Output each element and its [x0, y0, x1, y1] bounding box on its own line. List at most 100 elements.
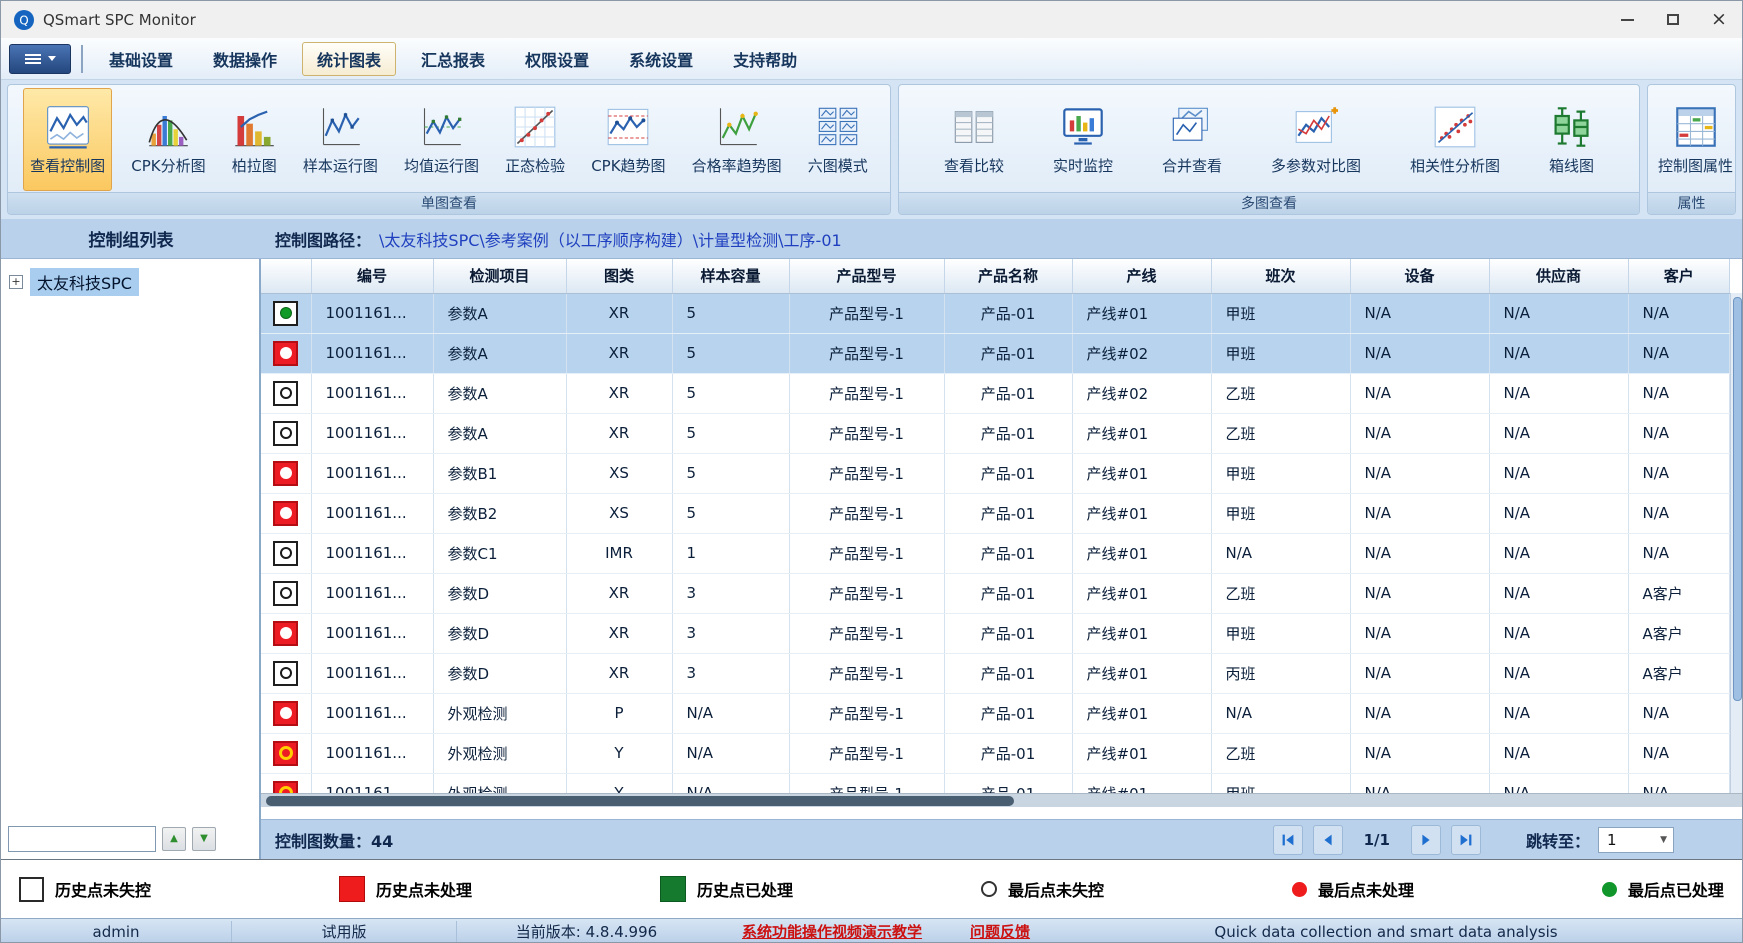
column-header-chart-type[interactable]: 图类 [566, 259, 672, 293]
table-row[interactable]: 1001161...参数B2XS5产品型号-1产品-01产线#01甲班N/AN/… [261, 493, 1730, 533]
column-header-equipment[interactable]: 设备 [1350, 259, 1489, 293]
close-button[interactable]: × [1696, 1, 1742, 38]
horizontal-scrollbar[interactable] [261, 793, 1743, 807]
history-status-icon [273, 501, 298, 526]
column-header-supplier[interactable]: 供应商 [1489, 259, 1628, 293]
cell-item: 参数A [433, 333, 566, 373]
table-region: 编号检测项目图类样本容量产品型号产品名称产线班次设备供应商客户 1001161.… [261, 259, 1743, 807]
ribbon-button-mean-run[interactable]: 均值运行图 [397, 88, 486, 191]
cell-product: 产品-01 [944, 373, 1072, 413]
jump-page-select[interactable]: 1 ▼ [1598, 827, 1674, 853]
cell-shift: 乙班 [1211, 373, 1350, 413]
cell-supplier: N/A [1489, 293, 1628, 333]
ribbon-button-control-chart[interactable]: 查看控制图 [23, 88, 112, 191]
legend-sq-white-icon [19, 877, 44, 902]
cell-item: 参数A [433, 373, 566, 413]
tab-3[interactable]: 汇总报表 [406, 42, 500, 76]
legend-ci-hollow-icon [981, 881, 997, 897]
status-edition: 试用版 [231, 921, 456, 942]
expand-icon[interactable]: + [9, 275, 23, 289]
table-row[interactable]: 1001161...参数DXR3产品型号-1产品-01产线#01甲班N/AN/A… [261, 613, 1730, 653]
column-header-customer[interactable]: 客户 [1628, 259, 1730, 293]
column-header-shift[interactable]: 班次 [1211, 259, 1350, 293]
table-row[interactable]: 1001161...参数AXR5产品型号-1产品-01产线#01甲班N/AN/A… [261, 293, 1730, 333]
ribbon-button-six-mode[interactable]: 六图模式 [801, 88, 875, 191]
cell-model: 产品型号-1 [789, 613, 944, 653]
cell-item: 外观检测 [433, 733, 566, 773]
ribbon-button-merge[interactable]: 合并查看 [1155, 88, 1229, 191]
column-header-line[interactable]: 产线 [1072, 259, 1211, 293]
column-header-number[interactable]: 编号 [311, 259, 433, 293]
tree-item-root[interactable]: + 太友科技SPC [1, 259, 259, 305]
history-status-icon [273, 781, 298, 794]
table-row[interactable]: 1001161...外观检测PN/A产品型号-1产品-01产线#01N/AN/A… [261, 693, 1730, 733]
cell-product: 产品-01 [944, 533, 1072, 573]
cell-customer: N/A [1628, 773, 1730, 793]
table-row[interactable]: 1001161...参数DXR3产品型号-1产品-01产线#01丙班N/AN/A… [261, 653, 1730, 693]
ribbon-button-correlation[interactable]: 相关性分析图 [1403, 88, 1507, 191]
search-down-button[interactable]: ▼ [192, 827, 216, 851]
sidebar-search-input[interactable] [8, 826, 156, 852]
ribbon-button-cpk-histogram[interactable]: CPK分析图 [124, 88, 212, 191]
horizontal-scrollbar-thumb[interactable] [266, 796, 1014, 806]
first-page-button[interactable] [1273, 825, 1303, 855]
dropdown-caret-icon: ▼ [1660, 835, 1673, 845]
minimize-button[interactable] [1604, 1, 1650, 38]
cell-customer: N/A [1628, 453, 1730, 493]
ribbon: 查看控制图CPK分析图柏拉图样本运行图均值运行图正态检验 CPK趋势图合格率趋势图… [1, 80, 1742, 219]
tab-5[interactable]: 系统设置 [614, 42, 708, 76]
table-row[interactable]: 1001161...参数C1IMR1产品型号-1产品-01产线#01N/AN/A… [261, 533, 1730, 573]
ribbon-group-buttons: 查看比较实时监控合并查看多参数对比图相关性分析图箱线图 [899, 85, 1639, 192]
ribbon-button-chart-props[interactable]: 控制图属性 [1651, 88, 1736, 191]
table-row[interactable]: 1001161...参数AXR5产品型号-1产品-01产线#02乙班N/AN/A… [261, 373, 1730, 413]
table-viewport: 编号检测项目图类样本容量产品型号产品名称产线班次设备供应商客户 1001161.… [261, 259, 1730, 793]
tab-1[interactable]: 数据操作 [198, 42, 292, 76]
vertical-scrollbar-thumb[interactable] [1733, 297, 1742, 701]
search-up-button[interactable]: ▲ [162, 827, 186, 851]
ribbon-button-boxplot[interactable]: 箱线图 [1542, 88, 1601, 191]
ribbon-button-multi-param[interactable]: 多参数对比图 [1264, 88, 1368, 191]
merge-icon [1170, 105, 1214, 149]
status-video-tutorial-link[interactable]: 系统功能操作视频演示教学 [742, 921, 922, 942]
ribbon-button-compare[interactable]: 查看比较 [937, 88, 1011, 191]
path-label: 控制图路径： [275, 231, 371, 250]
column-header-item[interactable]: 检测项目 [433, 259, 566, 293]
table-row[interactable]: 1001161...参数AXR5产品型号-1产品-01产线#02甲班N/AN/A… [261, 333, 1730, 373]
cell-customer: N/A [1628, 333, 1730, 373]
ribbon-button-passrate-trend[interactable]: 合格率趋势图 [685, 88, 789, 191]
status-feedback-link[interactable]: 问题反馈 [970, 921, 1030, 942]
table-row[interactable]: 1001161...外观检测YN/A产品型号-1产品-01产线#01乙班N/AN… [261, 733, 1730, 773]
cell-line: 产线#01 [1072, 573, 1211, 613]
table-row[interactable]: 1001161外观检测YN/A产品型号-1产品-01产线#01甲班N/AN/AN… [261, 773, 1730, 793]
column-header-sample-size[interactable]: 样本容量 [672, 259, 789, 293]
main-menu-button[interactable] [9, 44, 71, 74]
table-row[interactable]: 1001161...参数DXR3产品型号-1产品-01产线#01乙班N/AN/A… [261, 573, 1730, 613]
cell-model: 产品型号-1 [789, 733, 944, 773]
column-header-model[interactable]: 产品型号 [789, 259, 944, 293]
column-header-status[interactable] [261, 259, 311, 293]
tab-0[interactable]: 基础设置 [94, 42, 188, 76]
ribbon-button-pareto[interactable]: 柏拉图 [225, 88, 284, 191]
ribbon-button-label: 柏拉图 [232, 155, 277, 176]
vertical-scrollbar[interactable] [1730, 293, 1743, 793]
table-row[interactable]: 1001161...参数AXR5产品型号-1产品-01产线#01乙班N/AN/A… [261, 413, 1730, 453]
prev-page-button[interactable] [1313, 825, 1343, 855]
maximize-button[interactable] [1650, 1, 1696, 38]
ribbon-button-label: 控制图属性 [1658, 155, 1733, 176]
ribbon-button-monitor[interactable]: 实时监控 [1046, 88, 1120, 191]
tab-6[interactable]: 支持帮助 [718, 42, 812, 76]
cell-product: 产品-01 [944, 573, 1072, 613]
ribbon-button-label: 正态检验 [505, 155, 565, 176]
next-page-button[interactable] [1411, 825, 1441, 855]
table-row[interactable]: 1001161...参数B1XS5产品型号-1产品-01产线#01甲班N/AN/… [261, 453, 1730, 493]
ribbon-button-normal-test[interactable]: 正态检验 [498, 88, 572, 191]
ribbon-button-cpk-trend[interactable]: CPK趋势图 [584, 88, 672, 191]
lastpoint-status-icon [280, 427, 292, 439]
last-page-button[interactable] [1451, 825, 1481, 855]
tab-4[interactable]: 权限设置 [510, 42, 604, 76]
column-header-product[interactable]: 产品名称 [944, 259, 1072, 293]
tab-2[interactable]: 统计图表 [302, 42, 396, 76]
ribbon-button-sample-run[interactable]: 样本运行图 [296, 88, 385, 191]
lastpoint-status-icon [280, 467, 292, 479]
row-status-cell [261, 413, 311, 453]
